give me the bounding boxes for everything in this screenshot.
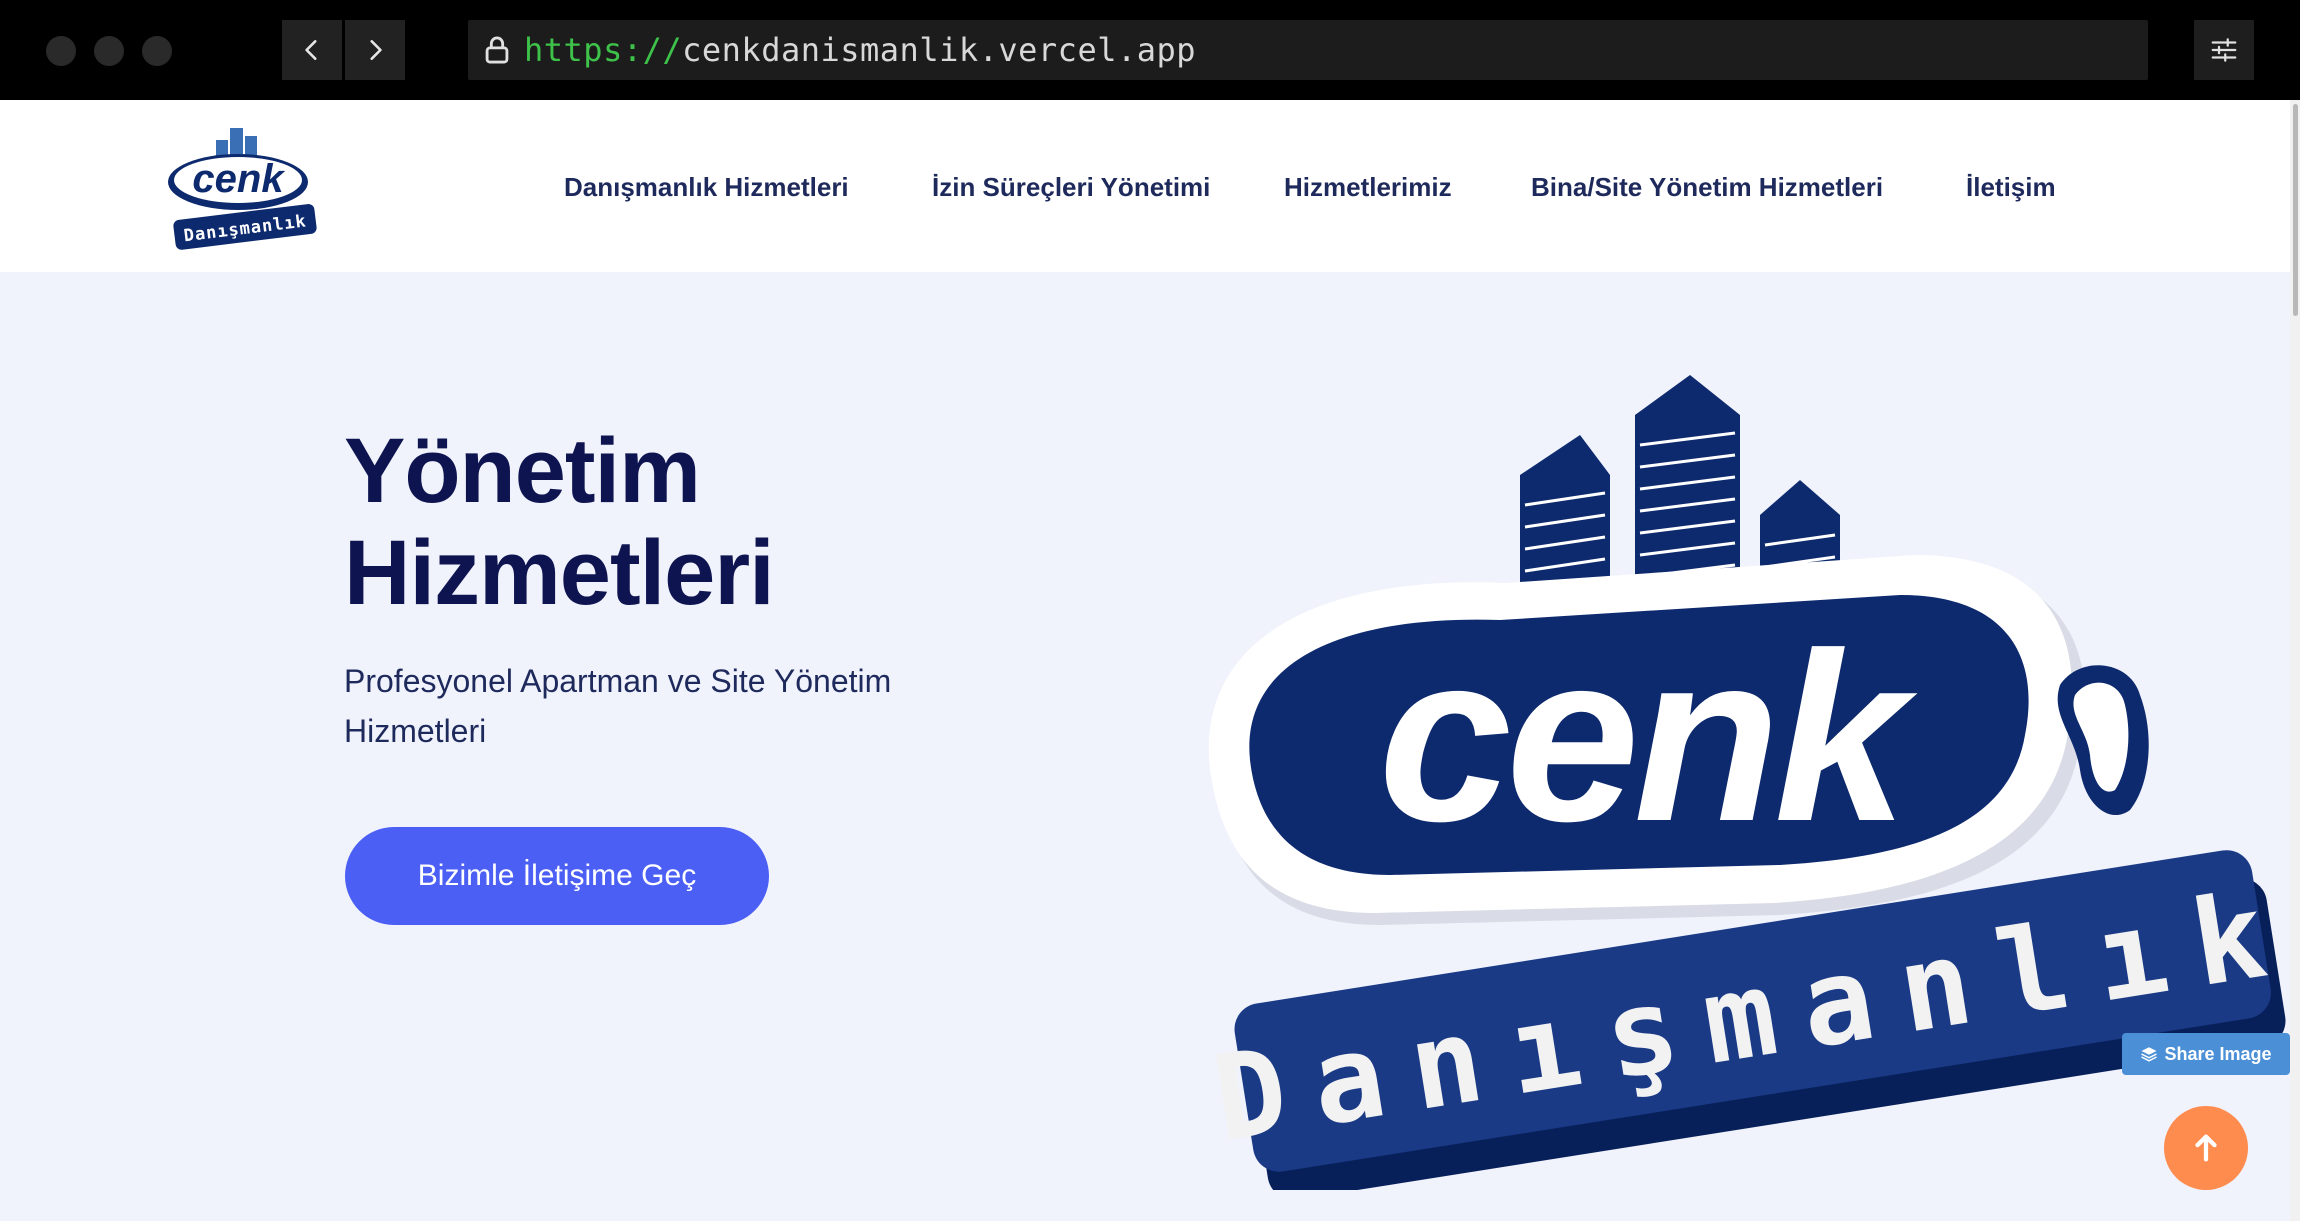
nav-item-hizmetlerimiz[interactable]: Hizmetlerimiz <box>1284 172 1452 203</box>
hero-title-line1: Yönetim <box>344 420 701 522</box>
window-minimize-dot[interactable] <box>94 36 124 66</box>
hero-title: Yönetim Hizmetleri <box>344 420 1044 624</box>
web-page: cenk Danışmanlık Danışmanlık Hizmetleri … <box>0 100 2300 1221</box>
url-text: https://cenkdanismanlik.vercel.app <box>524 31 1196 69</box>
nav-item-iletisim[interactable]: İletişim <box>1966 172 2056 203</box>
share-image-button[interactable]: Share Image <box>2122 1033 2290 1075</box>
lock-icon <box>485 36 509 64</box>
nav-item-danismanlik[interactable]: Danışmanlık Hizmetleri <box>564 172 849 203</box>
layers-icon <box>2141 1047 2158 1062</box>
url-host: cenkdanismanlik.vercel.app <box>682 31 1197 69</box>
hero-logo-word: cenk <box>1378 603 1918 871</box>
url-scheme: https:// <box>524 31 683 69</box>
contact-cta-button[interactable]: Bizimle İletişime Geç <box>345 827 769 925</box>
nav-item-izin-surecleri[interactable]: İzin Süreçleri Yönetimi <box>932 172 1210 203</box>
settings-button[interactable] <box>2194 20 2254 80</box>
chevron-right-icon <box>370 40 382 60</box>
hero-subtitle: Profesyonel Apartman ve Site Yönetim Hiz… <box>344 663 892 749</box>
address-bar[interactable]: https://cenkdanismanlik.vercel.app <box>468 20 2148 80</box>
share-image-label: Share Image <box>2164 1043 2272 1064</box>
page-scrollbar[interactable] <box>2290 100 2300 1221</box>
scroll-to-top-button[interactable] <box>2164 1106 2248 1190</box>
window-close-dot[interactable] <box>46 36 76 66</box>
browser-chrome: https://cenkdanismanlik.vercel.app <box>0 0 2300 100</box>
nav-item-bina-site[interactable]: Bina/Site Yönetim Hizmetleri <box>1531 172 1883 203</box>
scrollbar-thumb[interactable] <box>2293 104 2298 316</box>
forward-button[interactable] <box>345 20 405 80</box>
logo-small-word: cenk <box>192 157 285 201</box>
sliders-icon <box>2211 38 2237 62</box>
arrow-up-icon <box>2195 1134 2217 1162</box>
site-header: cenk Danışmanlık Danışmanlık Hizmetleri … <box>0 100 2294 272</box>
chevron-left-icon <box>305 40 317 60</box>
hero-title-line2: Hizmetleri <box>344 522 775 624</box>
window-maximize-dot[interactable] <box>142 36 172 66</box>
back-button[interactable] <box>282 20 342 80</box>
site-logo[interactable]: cenk Danışmanlık <box>164 122 324 252</box>
